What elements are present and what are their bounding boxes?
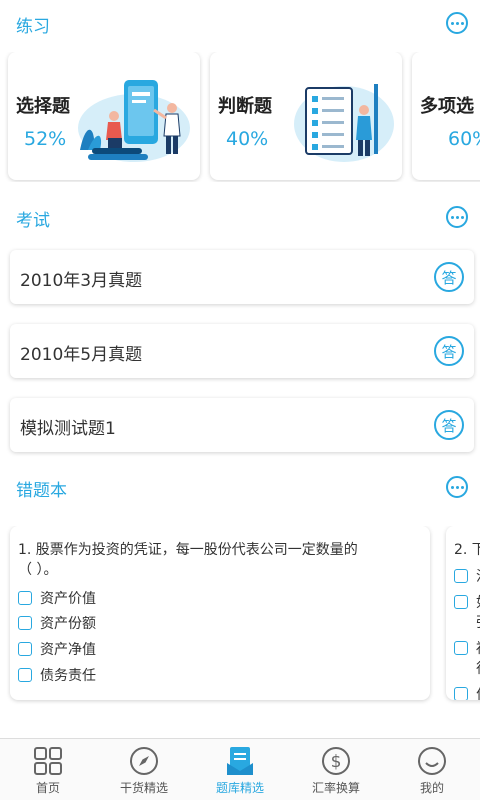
option-label: 资产价值 — [40, 591, 96, 607]
exam-item[interactable]: 2010年3月真题 答 — [10, 250, 474, 304]
tab-label: 汇率换算 — [311, 781, 360, 795]
exam-more-icon[interactable] — [446, 206, 468, 228]
exam-item[interactable]: 模拟测试题1 答 — [10, 398, 474, 452]
question-option-continued: 很 — [476, 658, 480, 678]
tab-featured[interactable]: 干货精选 — [96, 739, 192, 800]
svg-text:$: $ — [331, 752, 342, 772]
question-line: 2. 下 — [454, 542, 480, 558]
wrong-book-section-title: 错题本 — [16, 481, 67, 501]
tab-label: 首页 — [35, 781, 60, 795]
practice-card-title: 判断题 — [218, 96, 272, 117]
option-label: 如 — [476, 592, 480, 612]
practice-card-percent: 40% — [226, 128, 269, 150]
checkbox-icon[interactable] — [454, 641, 468, 655]
checkbox-icon[interactable] — [18, 642, 32, 656]
practice-section-title: 练习 — [16, 17, 50, 37]
wrong-book-more-icon[interactable] — [446, 476, 468, 498]
checkbox-icon[interactable] — [454, 687, 468, 700]
question-option-continued: 弘 — [476, 612, 480, 632]
practice-section-header: 练习 — [0, 4, 480, 44]
question-line: 1. 股票作为投资的凭证，每一股份代表公司一定数量的 — [18, 542, 358, 558]
option-label: 很 — [476, 658, 480, 678]
tab-mine[interactable]: 我的 — [384, 739, 480, 800]
book-icon — [227, 747, 253, 775]
tab-exchange-rate[interactable]: $ 汇率换算 — [288, 739, 384, 800]
compass-icon — [130, 747, 158, 775]
exam-item-title: 模拟测试题1 — [20, 419, 116, 439]
question-option[interactable]: 资产净值 — [18, 639, 96, 659]
tab-label: 题库精选 — [215, 781, 264, 795]
question-text: 2. 下 — [454, 540, 480, 560]
checklist-illustration — [294, 84, 394, 162]
question-option[interactable]: 债务责任 — [18, 665, 96, 685]
tab-home[interactable]: 首页 — [0, 739, 96, 800]
exam-item-title: 2010年5月真题 — [20, 345, 143, 365]
answer-icon[interactable]: 答 — [434, 336, 464, 366]
question-line: （ ）。 — [18, 562, 58, 578]
checkbox-icon[interactable] — [454, 595, 468, 609]
question-text: 1. 股票作为投资的凭证，每一股份代表公司一定数量的 （ ）。 — [18, 540, 358, 580]
practice-card-multi-choice[interactable]: 多项选 60% — [412, 52, 480, 180]
dollar-icon: $ — [322, 747, 350, 775]
wrong-question-list: 1. 股票作为投资的凭证，每一股份代表公司一定数量的 （ ）。 资产价值 资产份… — [0, 526, 480, 726]
question-option[interactable]: 福 — [454, 638, 480, 658]
option-label: 资产净值 — [40, 642, 96, 658]
phone-presentation-illustration — [78, 80, 190, 162]
practice-card-single-choice[interactable]: 选择题 52% — [8, 52, 200, 180]
option-label: 位 — [476, 684, 480, 700]
exam-section-title: 考试 — [16, 211, 50, 231]
option-label: 弘 — [476, 612, 480, 632]
exam-item-title: 2010年3月真题 — [20, 271, 143, 291]
exam-item[interactable]: 2010年5月真题 答 — [10, 324, 474, 378]
practice-card-percent: 60% — [448, 128, 480, 150]
smile-icon — [418, 747, 446, 775]
practice-card-title: 多项选 — [420, 96, 474, 117]
checkbox-icon[interactable] — [18, 591, 32, 605]
checkbox-icon[interactable] — [18, 668, 32, 682]
checkbox-icon[interactable] — [454, 569, 468, 583]
answer-icon[interactable]: 答 — [434, 262, 464, 292]
tab-label: 我的 — [419, 781, 444, 795]
bottom-tab-bar: 首页 干货精选 题库精选 $ 汇率换算 我的 — [0, 738, 480, 800]
question-option[interactable]: 位 — [454, 684, 480, 700]
tab-question-bank[interactable]: 题库精选 — [192, 739, 288, 800]
practice-card-percent: 52% — [24, 128, 67, 150]
question-option[interactable]: 注 — [454, 566, 480, 586]
question-option[interactable]: 资产价值 — [18, 588, 96, 608]
practice-card-true-false[interactable]: 判断题 40% — [210, 52, 402, 180]
wrong-question-card[interactable]: 2. 下 注 如 弘 福 很 位 — [446, 526, 480, 700]
option-label: 注 — [476, 566, 480, 586]
grid-icon — [34, 747, 62, 775]
question-option[interactable]: 资产份额 — [18, 613, 96, 633]
option-label: 资产份额 — [40, 616, 96, 632]
exam-section-header: 考试 — [0, 198, 480, 238]
wrong-book-section-header: 错题本 — [0, 468, 480, 508]
practice-card-list: 选择题 52% 判断题 40% 多项选 60 — [0, 52, 480, 182]
practice-card-title: 选择题 — [16, 96, 70, 117]
question-option[interactable]: 如 — [454, 592, 480, 612]
answer-icon[interactable]: 答 — [434, 410, 464, 440]
wrong-question-card[interactable]: 1. 股票作为投资的凭证，每一股份代表公司一定数量的 （ ）。 资产价值 资产份… — [10, 526, 430, 700]
tab-label: 干货精选 — [119, 781, 168, 795]
practice-more-icon[interactable] — [446, 12, 468, 34]
option-label: 债务责任 — [40, 668, 96, 684]
checkbox-icon[interactable] — [18, 616, 32, 630]
option-label: 福 — [476, 638, 480, 658]
